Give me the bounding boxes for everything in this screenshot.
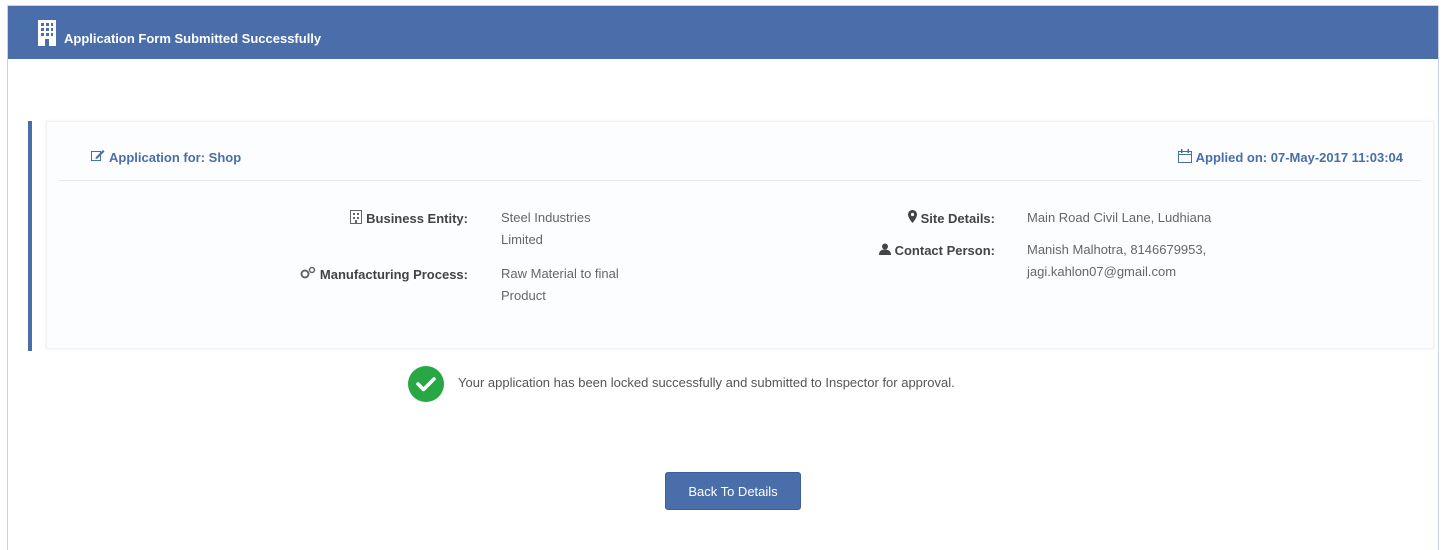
success-message: Your application has been locked success… (458, 374, 955, 390)
site-details-label-text: Site Details: (920, 210, 995, 226)
application-for: Application for: Shop (91, 149, 241, 165)
calendar-icon (1177, 149, 1192, 166)
business-entity-label: Business Entity: (247, 208, 468, 228)
contact-person-value-line1: Manish Malhotra, 8146679953, (1027, 242, 1207, 257)
business-entity-value: Steel Industries Limited (501, 207, 591, 251)
back-to-details-button[interactable]: Back To Details (665, 472, 801, 510)
map-marker-icon (907, 210, 917, 226)
application-summary-card: Application for: Shop Applied on: 07-May… (28, 121, 1434, 351)
success-message-row: Your application has been locked success… (408, 366, 955, 402)
site-details-value: Main Road Civil Lane, Ludhiana (1027, 207, 1211, 229)
applied-on-text: Applied on: 07-May-2017 11:03:04 (1195, 150, 1403, 165)
panel-title: Application Form Submitted Successfully (64, 31, 322, 46)
manufacturing-process-value-line2: Product (501, 288, 546, 303)
business-entity-value-line1: Steel Industries (501, 210, 591, 225)
check-circle-icon (408, 366, 444, 402)
building-small-icon (350, 209, 363, 227)
contact-person-value-line2: jagi.kahlon07@gmail.com (1027, 264, 1177, 279)
manufacturing-process-value-line1: Raw Material to final (501, 266, 619, 281)
contact-person-label: Contact Person: (807, 240, 995, 260)
applied-on: Applied on: 07-May-2017 11:03:04 (1177, 149, 1403, 166)
cogs-icon (300, 266, 316, 282)
edit-icon (91, 149, 105, 165)
contact-person-label-text: Contact Person: (894, 242, 995, 258)
site-details-label: Site Details: (807, 208, 995, 228)
manufacturing-process-value: Raw Material to final Product (501, 263, 619, 307)
application-for-text: Application for: Shop (109, 149, 242, 165)
contact-person-value: Manish Malhotra, 8146679953, jagi.kahlon… (1027, 239, 1206, 283)
submission-panel: Application Form Submitted Successfully … (7, 5, 1439, 550)
business-entity-value-line2: Limited (501, 232, 543, 247)
manufacturing-process-label: Manufacturing Process: (197, 264, 468, 284)
summary-inner: Application for: Shop Applied on: 07-May… (46, 121, 1434, 349)
business-entity-label-text: Business Entity: (366, 210, 468, 226)
site-details-value-line1: Main Road Civil Lane, Ludhiana (1027, 210, 1212, 225)
panel-header: Application Form Submitted Successfully (8, 6, 1438, 59)
manufacturing-process-label-text: Manufacturing Process: (319, 266, 468, 282)
user-icon (878, 243, 891, 258)
building-icon (38, 19, 56, 46)
